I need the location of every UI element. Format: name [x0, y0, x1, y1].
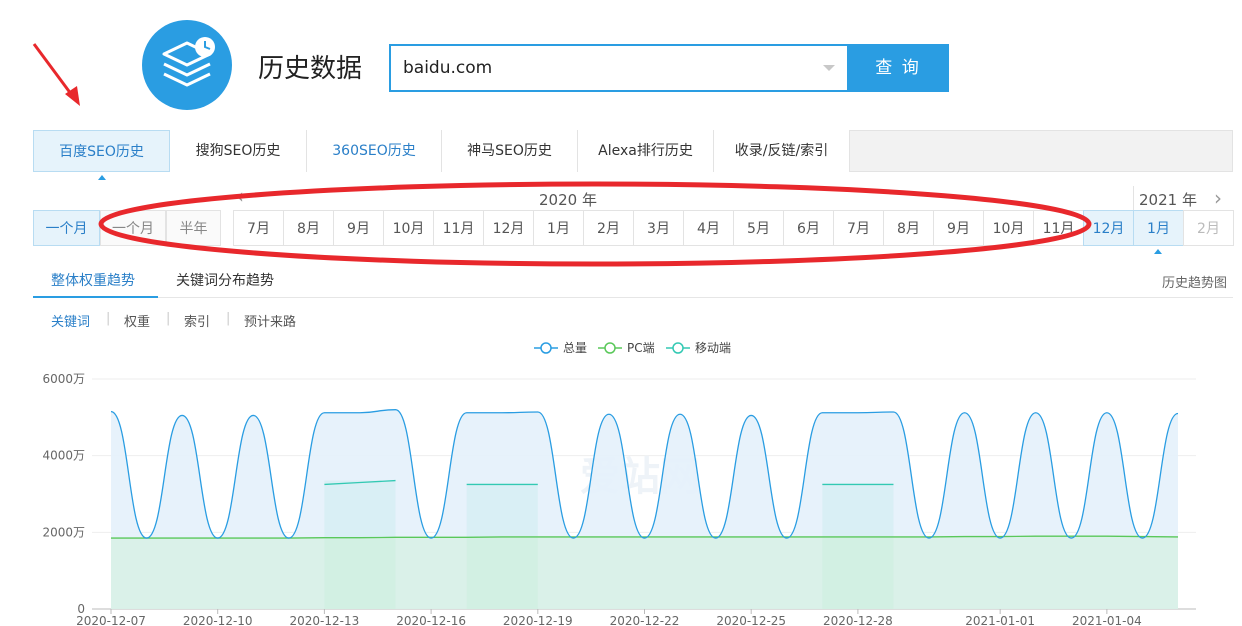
legend-label: 总量: [563, 341, 587, 355]
domain-search-input[interactable]: [403, 58, 803, 78]
filter-separator: |: [226, 311, 231, 326]
x-tick-label: 2020-12-25: [716, 614, 786, 626]
history-type-tabs: 百度SEO历史 搜狗SEO历史 360SEO历史 神马SEO历史 Alexa排行…: [33, 130, 1233, 172]
subtab-overall-weight[interactable]: 整体权重趋势: [51, 270, 135, 290]
legend-marker: [540, 342, 552, 354]
filter-index[interactable]: 索引: [184, 311, 210, 330]
month-cell: 2月: [1183, 210, 1234, 246]
legend-marker: [672, 342, 684, 354]
tab-sogou-seo[interactable]: 搜狗SEO历史: [170, 130, 307, 172]
tab-alexa-rank[interactable]: Alexa排行历史: [578, 130, 714, 172]
history-chart-label: 历史趋势图: [1162, 276, 1228, 291]
month-cell[interactable]: 1月: [1133, 210, 1184, 246]
filter-separator: |: [106, 311, 111, 326]
subtab-divider: [33, 297, 1233, 298]
x-tick-label: 2021-01-01: [965, 614, 1035, 626]
x-tick-label: 2020-12-22: [610, 614, 680, 626]
x-tick-label: 2020-12-16: [396, 614, 466, 626]
filter-estimated-traffic[interactable]: 预计来路: [244, 311, 296, 330]
mobile-series-area: [822, 484, 894, 539]
pc-series-area: [111, 536, 1178, 609]
filter-keywords[interactable]: 关键词: [51, 311, 90, 330]
trend-chart: 总量 PC端 移动端6000万4000万2000万0爱站网2020-12-07 202…: [42, 341, 1196, 626]
filter-weight[interactable]: 权重: [124, 311, 150, 330]
query-button[interactable]: 查 询: [847, 44, 949, 92]
dropdown-caret-icon[interactable]: [823, 65, 835, 71]
mobile-series-area: [324, 480, 396, 539]
annotation-arrow: [32, 43, 80, 106]
y-tick-label: 4000万: [42, 449, 85, 463]
selected-month-pointer: [1154, 249, 1162, 254]
x-tick-label: 2020-12-13: [290, 614, 360, 626]
filter-separator: |: [166, 311, 171, 326]
year-label-2021: 2021 年: [1139, 191, 1197, 209]
page-title: 历史数据: [258, 54, 363, 84]
legend-marker: [604, 342, 616, 354]
tab-shenma-seo[interactable]: 神马SEO历史: [442, 130, 578, 172]
x-tick-label: 2021-01-04: [1072, 614, 1142, 626]
next-year-arrow-icon[interactable]: ›: [1214, 186, 1222, 210]
range-one-month[interactable]: 一个月: [33, 210, 100, 246]
y-tick-label: 6000万: [42, 372, 85, 386]
x-tick-label: 2020-12-07: [76, 614, 146, 626]
subtab-underline: [33, 296, 158, 298]
tab-baidu-seo[interactable]: 百度SEO历史: [33, 130, 170, 172]
legend-label: 移动端: [695, 341, 731, 355]
mobile-series-area: [466, 484, 538, 539]
x-tick-label: 2020-12-28: [823, 614, 893, 626]
domain-search-field[interactable]: [389, 44, 849, 92]
x-tick-label: 2020-12-19: [503, 614, 573, 626]
layers-clock-icon: [162, 37, 215, 87]
y-tick-label: 2000万: [42, 525, 85, 539]
subtab-keyword-distribution[interactable]: 关键词分布趋势: [176, 270, 274, 290]
history-data-logo: [142, 20, 232, 110]
tab-360-seo[interactable]: 360SEO历史: [307, 130, 442, 172]
tab-index-backlinks[interactable]: 收录/反链/索引: [714, 130, 850, 172]
x-tick-label: 2020-12-10: [183, 614, 253, 626]
annotation-ellipse: [98, 181, 1092, 267]
legend-label: PC端: [627, 341, 655, 355]
year-divider: [1133, 186, 1134, 210]
